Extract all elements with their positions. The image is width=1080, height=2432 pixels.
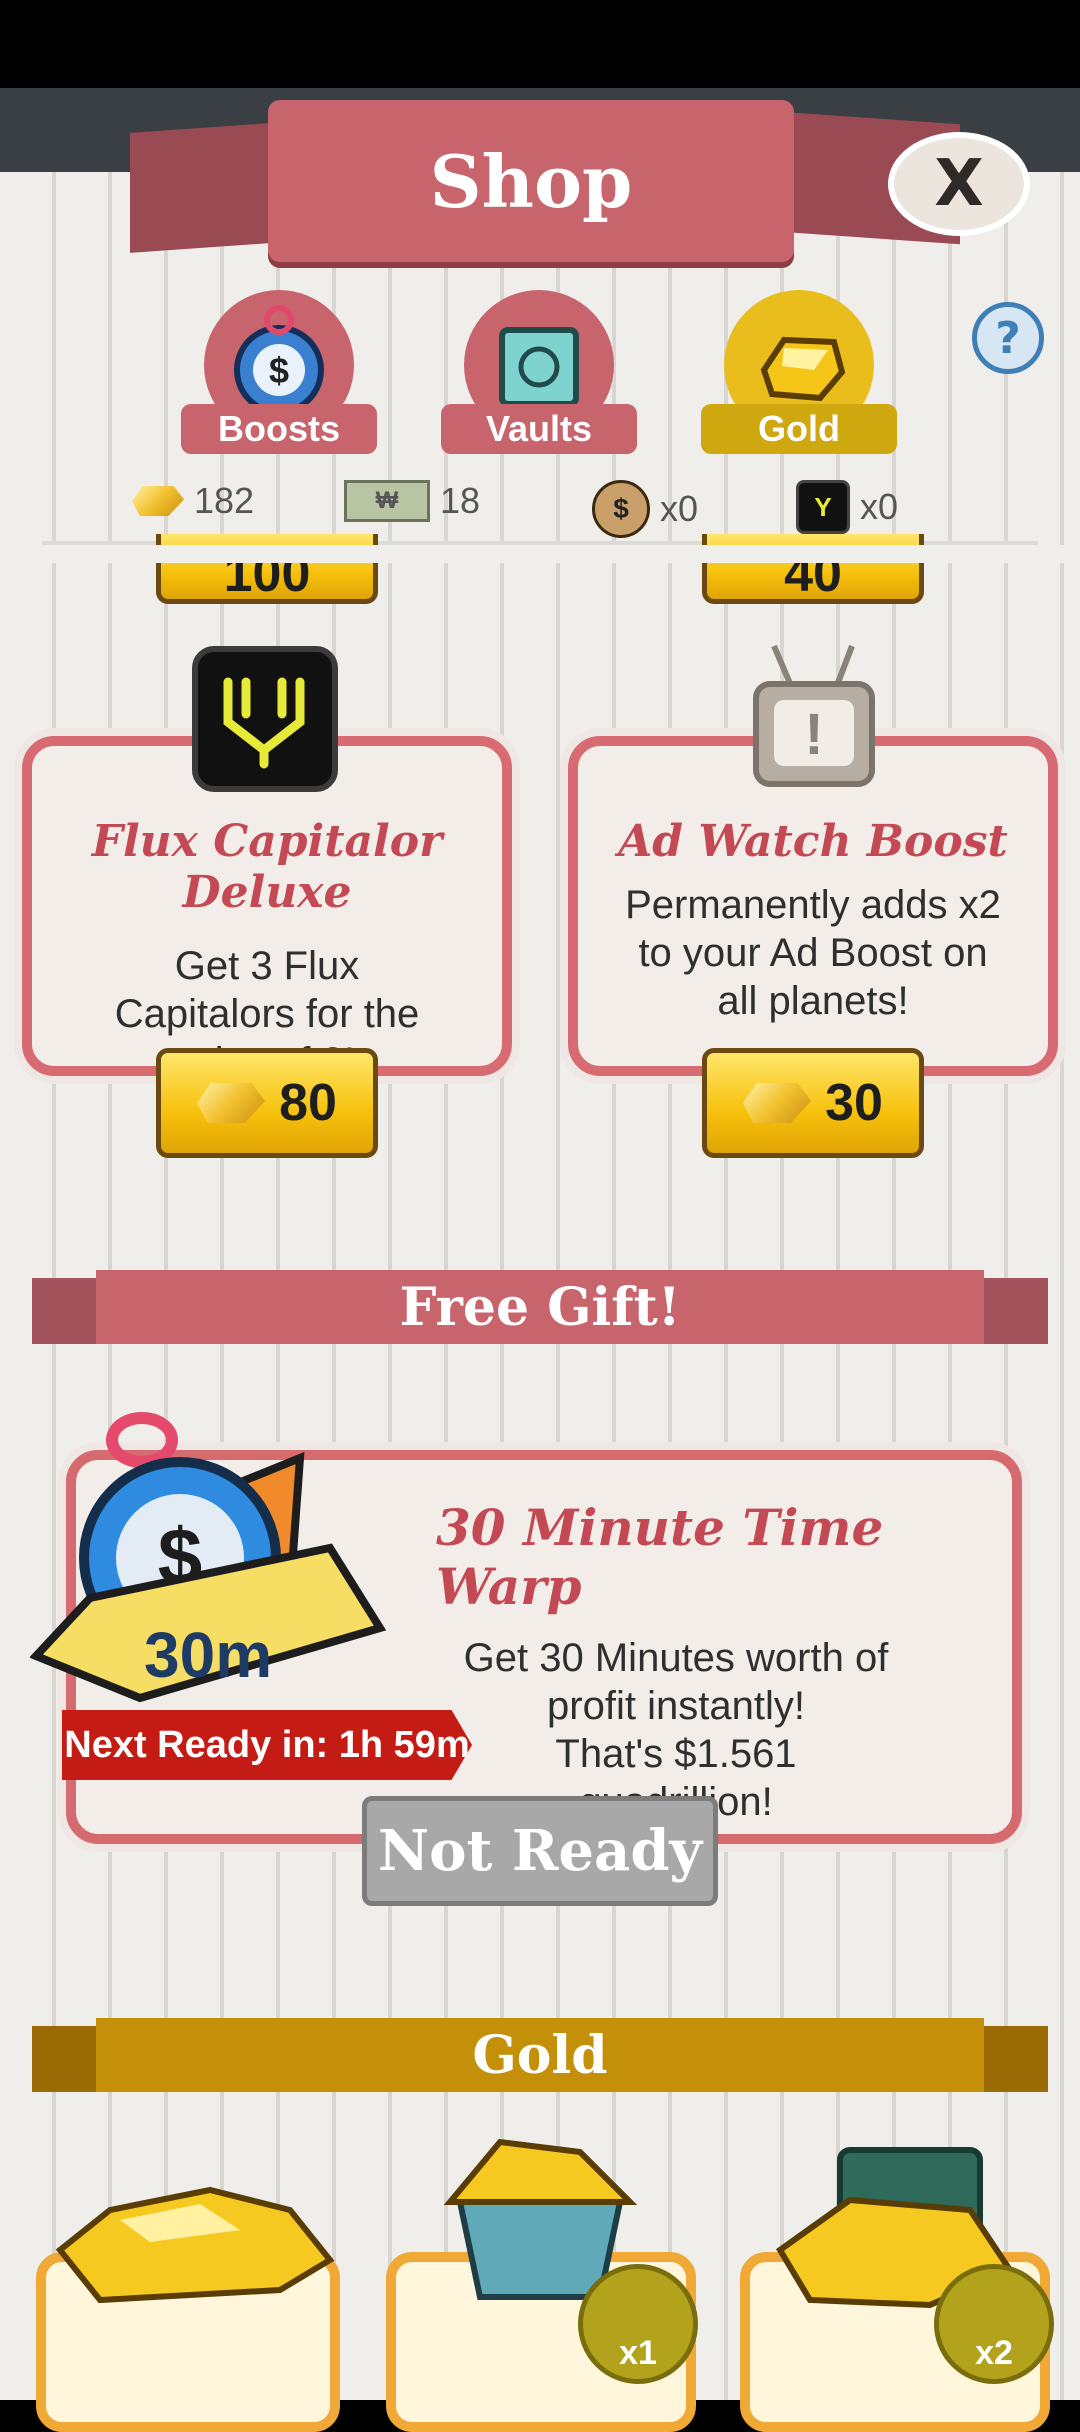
section-tail-right bbox=[976, 2026, 1048, 2092]
status-bar bbox=[0, 0, 1080, 88]
offer-title: Flux Capitalor Deluxe bbox=[91, 816, 443, 918]
buy-flux-button[interactable]: 80 bbox=[156, 1048, 378, 1158]
moneybag-count: x0 bbox=[660, 488, 699, 529]
flux-capitalor-icon: Y bbox=[796, 480, 850, 534]
multiplier-badge: x1 bbox=[578, 2264, 698, 2384]
tv-icon: ! bbox=[752, 640, 876, 798]
gift-title: 30 Minute Time Warp bbox=[436, 1498, 884, 1616]
help-button[interactable]: ? bbox=[972, 302, 1044, 374]
moneybag-icon: $ bbox=[592, 480, 650, 538]
section-tail-left bbox=[32, 2026, 104, 2092]
megabucks-icon: ₩ bbox=[344, 480, 430, 522]
gold-icon bbox=[743, 1083, 812, 1123]
next-ready-timer: Next Ready in: 1h 59m bbox=[62, 1710, 472, 1780]
gold-icon bbox=[197, 1083, 266, 1123]
tab-boosts-label[interactable]: Boosts bbox=[181, 404, 377, 454]
close-icon: X bbox=[934, 147, 984, 221]
gold-icon bbox=[132, 486, 184, 516]
svg-text:!: ! bbox=[804, 702, 823, 767]
tab-vaults-label[interactable]: Vaults bbox=[441, 404, 637, 454]
offer-desc: Permanently adds x2 to your Ad Boost on … bbox=[625, 883, 1001, 1023]
multiplier-badge: x2 bbox=[934, 2264, 1054, 2384]
scroll-mask bbox=[0, 545, 1080, 563]
flux-capitalor-icon bbox=[192, 646, 338, 792]
not-ready-button[interactable]: Not Ready bbox=[362, 1796, 718, 1906]
currency-moneybag: $ x0 bbox=[592, 480, 698, 538]
buy-ad-watch-button[interactable]: 30 bbox=[702, 1048, 924, 1158]
page-title: Shop bbox=[429, 138, 633, 224]
time-warp-badge: 30m bbox=[144, 1619, 273, 1691]
shop-title-ribbon: Shop bbox=[268, 100, 794, 262]
gold-header: Gold bbox=[96, 2018, 984, 2092]
gold-pile-icon bbox=[40, 2170, 340, 2310]
help-icon: ? bbox=[995, 312, 1021, 364]
currency-flux: Y x0 bbox=[796, 480, 898, 534]
gift-desc-line1: Get 30 Minutes worth of profit instantly… bbox=[463, 1636, 889, 1728]
ribbon-left-tail bbox=[130, 123, 270, 253]
svg-text:$: $ bbox=[269, 350, 289, 391]
currency-gold: 182 bbox=[132, 480, 254, 522]
close-button[interactable]: X bbox=[888, 132, 1030, 236]
tab-gold-label[interactable]: Gold bbox=[701, 404, 897, 454]
section-tail-right bbox=[976, 1278, 1048, 1344]
offer-title: Ad Watch Boost bbox=[618, 816, 1008, 867]
currency-megabucks: ₩ 18 bbox=[344, 480, 480, 522]
gold-count: 182 bbox=[194, 480, 255, 521]
flux-count: x0 bbox=[860, 486, 899, 527]
megabucks-count: 18 bbox=[440, 480, 481, 521]
free-gift-header: Free Gift! bbox=[96, 1270, 984, 1344]
section-tail-left bbox=[32, 1278, 104, 1344]
